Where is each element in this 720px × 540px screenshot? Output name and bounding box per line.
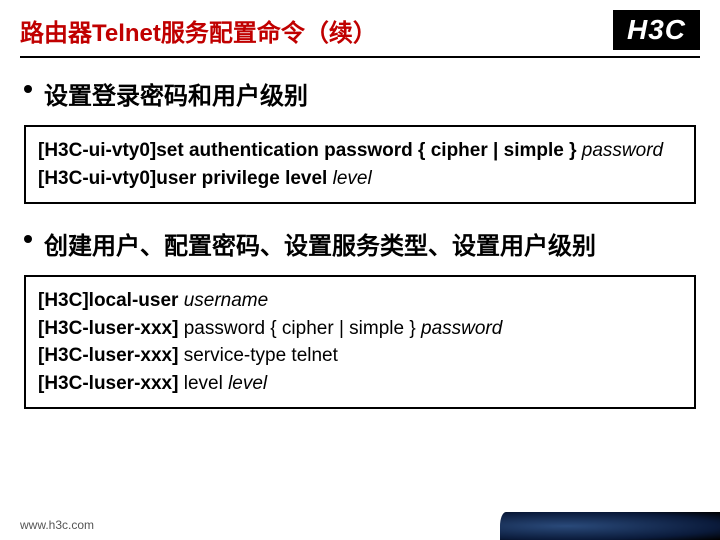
section1-heading: 设置登录密码和用户级别 (0, 70, 720, 121)
bullet-icon (24, 85, 32, 93)
code-text: [H3C-luser-xxx] (38, 373, 178, 394)
code-block-1: [H3C-ui-vty0]set authentication password… (24, 125, 696, 204)
code-line: [H3C-luser-xxx] level level (38, 370, 682, 398)
header-divider (20, 56, 700, 58)
bullet-icon (24, 235, 32, 243)
code-text: password { cipher | simple } (178, 318, 415, 339)
footer-url: www.h3c.com (20, 518, 94, 532)
code-line: [H3C-luser-xxx] service-type telnet (38, 342, 682, 370)
slide-header: 路由器Telnet服务配置命令（续） H3C (0, 0, 720, 56)
brand-logo: H3C (613, 10, 700, 50)
code-arg: password (577, 140, 664, 161)
section2-heading: 创建用户、配置密码、设置服务类型、设置用户级别 (0, 220, 720, 271)
section1-title-text: 设置登录密码和用户级别 (44, 83, 308, 110)
code-text: [H3C-luser-xxx] (38, 345, 178, 366)
section2-title-text: 创建用户、配置密码、设置服务类型、设置用户级别 (44, 233, 596, 260)
code-block-2: [H3C]local-user username [H3C-luser-xxx]… (24, 275, 696, 409)
code-arg: password (416, 318, 503, 339)
code-text: service-type telnet (178, 345, 337, 366)
code-line: [H3C-ui-vty0]user privilege level level (38, 165, 682, 193)
code-text: [H3C-luser-xxx] (38, 318, 178, 339)
slide-title: 路由器Telnet服务配置命令（续） (20, 13, 377, 48)
code-arg: level (327, 168, 371, 189)
code-text: [H3C]local-user (38, 290, 178, 311)
code-text: [H3C-ui-vty0]set authentication password… (38, 140, 577, 161)
code-text: [H3C-ui-vty0]user privilege level (38, 168, 327, 189)
code-text: level (178, 373, 222, 394)
code-line: [H3C-luser-xxx] password { cipher | simp… (38, 315, 682, 343)
code-arg: username (178, 290, 268, 311)
code-line: [H3C-ui-vty0]set authentication password… (38, 137, 682, 165)
code-arg: level (223, 373, 267, 394)
code-line: [H3C]local-user username (38, 287, 682, 315)
footer-decoration (500, 512, 720, 540)
